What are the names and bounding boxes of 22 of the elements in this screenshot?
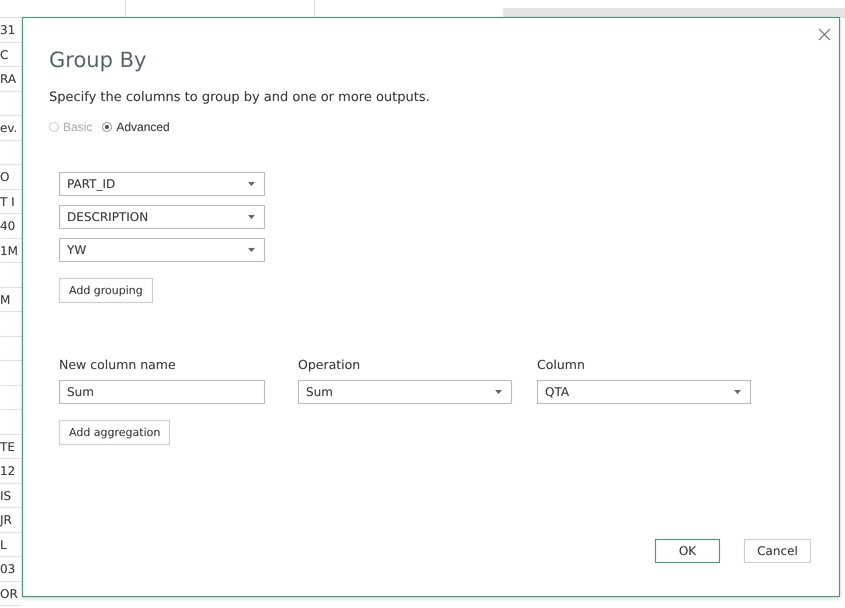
ok-button[interactable]: OK [655,539,720,563]
caret-icon [495,390,502,394]
column-header-label: Column [537,357,586,372]
column-header-label: Operation [298,357,362,372]
caret-icon [248,215,255,219]
caret-icon [248,248,255,252]
grouping-dropdown[interactable]: YW [59,238,265,262]
dialog-title: Group By [49,48,146,72]
add-grouping-button[interactable]: Add grouping [59,278,153,303]
grouping-dropdown[interactable]: PART_ID [59,172,265,196]
column-dropdown[interactable]: QTA [537,380,751,404]
mode-radio[interactable]: Advanced [102,120,170,134]
column-header-label: New column name [59,357,177,372]
dialog-description: Specify the columns to group by and one or more outputs. [49,90,430,105]
caret-icon [734,390,741,394]
new-column-name-field[interactable]: Sum [59,380,265,404]
cancel-button[interactable]: Cancel [744,539,811,563]
add-aggregation-button[interactable]: Add aggregation [59,420,170,445]
grouping-dropdown[interactable]: DESCRIPTION [59,205,265,229]
close-icon[interactable] [816,26,833,43]
caret-icon [248,182,255,186]
operation-dropdown[interactable]: Sum [298,380,512,404]
